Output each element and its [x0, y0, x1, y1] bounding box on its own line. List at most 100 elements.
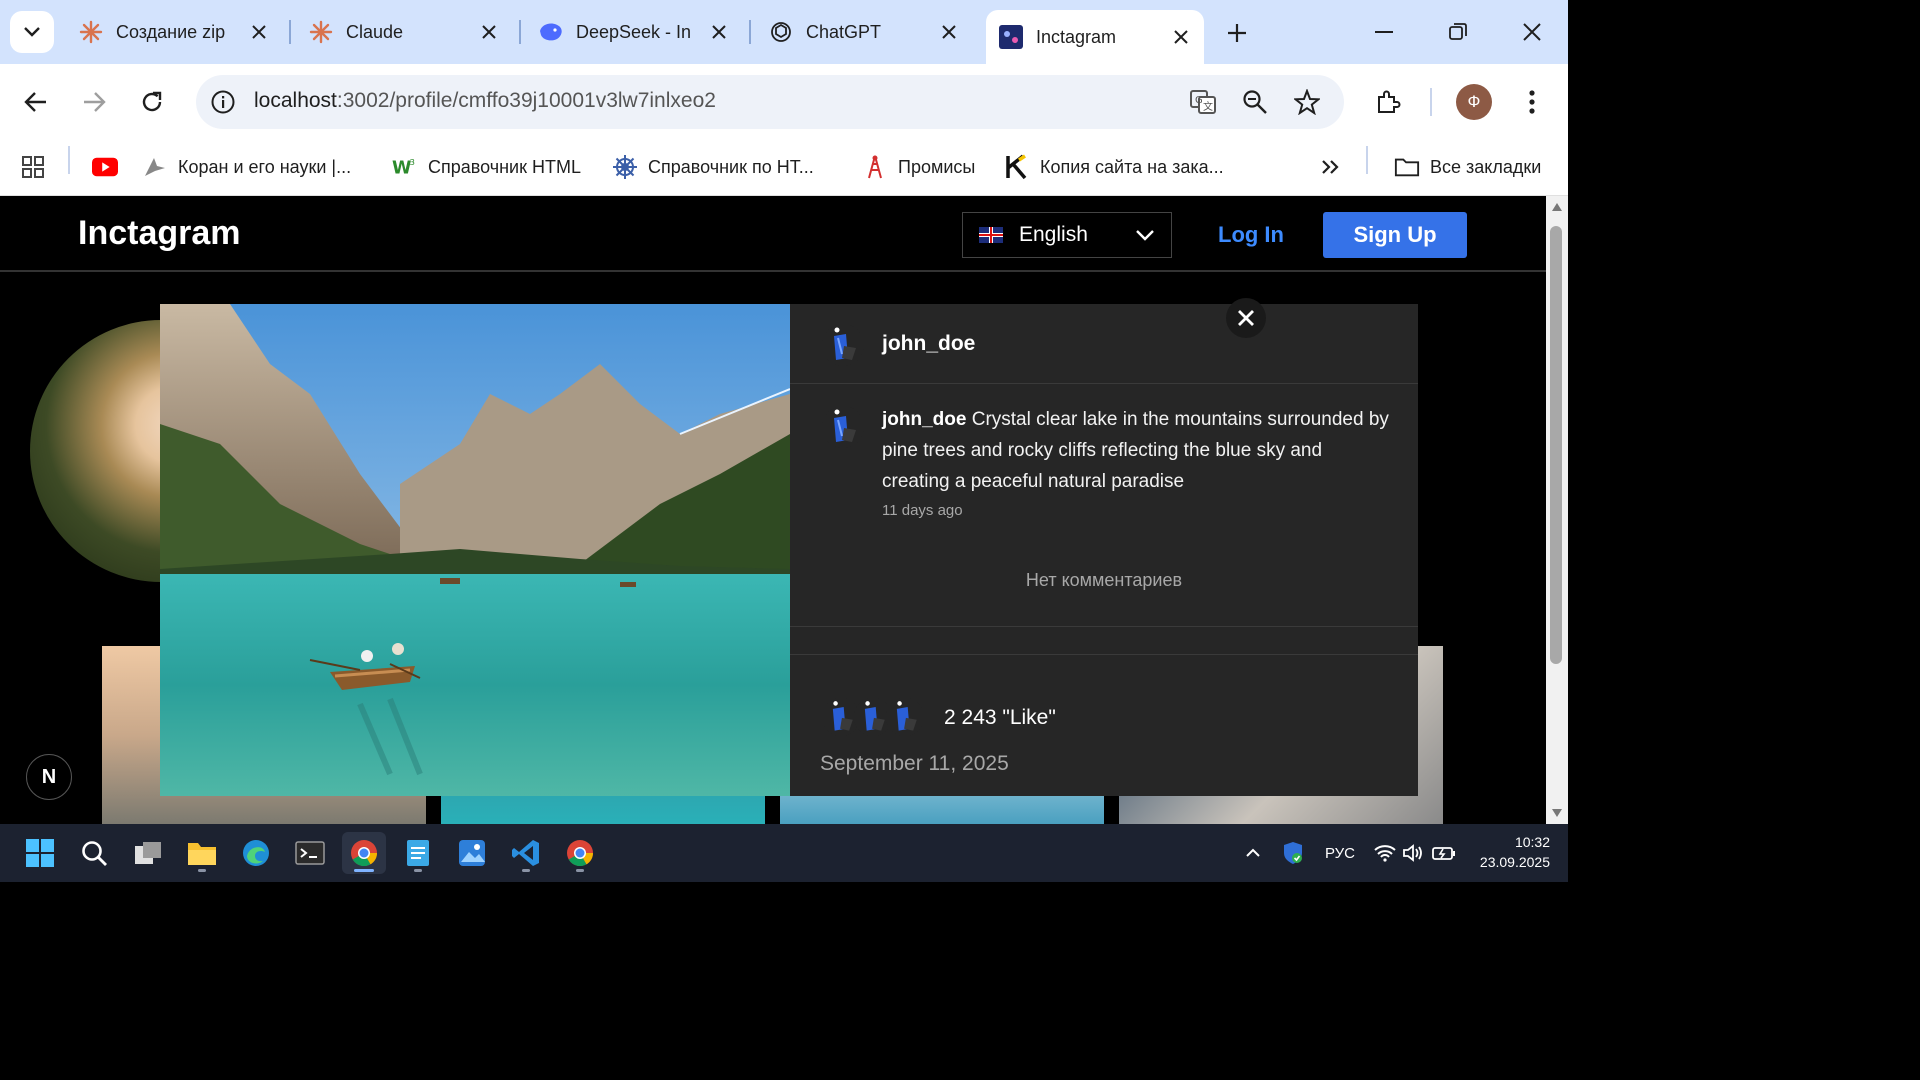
browser-menu-button[interactable] — [1514, 84, 1550, 120]
task-view-button[interactable] — [126, 832, 170, 874]
tab-divider — [289, 20, 291, 44]
page-scrollbar[interactable] — [1546, 196, 1568, 824]
bookmark-html-reference[interactable]: W3 Справочник HTML — [392, 150, 581, 184]
forward-button[interactable] — [76, 84, 112, 120]
close-tab-icon[interactable] — [248, 21, 270, 43]
bookmark-label: Копия сайта на зака... — [1040, 156, 1224, 177]
zoom-icon[interactable] — [1240, 87, 1270, 117]
running-indicator — [414, 869, 422, 872]
start-button[interactable] — [18, 832, 62, 874]
security-tray-icon[interactable] — [1280, 838, 1306, 868]
wifi-icon[interactable] — [1372, 838, 1398, 868]
tab-deepseek[interactable]: DeepSeek - In — [526, 8, 742, 56]
tab-title: Claude — [346, 21, 404, 42]
bookmark-star-icon[interactable] — [1292, 87, 1322, 117]
login-link[interactable]: Log In — [1218, 222, 1284, 248]
svg-text:W: W — [392, 159, 411, 179]
back-button[interactable] — [18, 84, 54, 120]
close-tab-icon[interactable] — [478, 21, 500, 43]
close-modal-button[interactable] — [1226, 298, 1266, 338]
profile-avatar[interactable]: Ф — [1456, 84, 1492, 120]
close-icon — [1523, 23, 1541, 41]
chevron-up-icon — [1246, 848, 1260, 857]
arrow-right-icon — [84, 92, 106, 112]
author-username[interactable]: john_doe — [882, 332, 975, 356]
scrollbar-thumb[interactable] — [1550, 226, 1562, 664]
post-time-ago: 11 days ago — [882, 502, 963, 519]
wheel-icon — [612, 154, 638, 180]
search-button[interactable] — [72, 832, 116, 874]
tab-claude[interactable]: Claude — [296, 8, 512, 56]
apps-button[interactable] — [20, 150, 56, 184]
close-tab-icon[interactable] — [1170, 26, 1192, 48]
bookmark-promises[interactable]: Промисы — [862, 150, 975, 184]
plus-icon — [1228, 24, 1246, 42]
running-indicator — [198, 869, 206, 872]
file-explorer-app[interactable] — [180, 832, 224, 874]
bookmark-label: Промисы — [898, 156, 976, 177]
tray-overflow-button[interactable] — [1240, 838, 1266, 868]
url-text[interactable]: localhost:3002/profile/cmffo39j10001v3lw… — [254, 89, 716, 113]
keyboard-language[interactable]: РУС — [1320, 838, 1360, 868]
close-tab-icon[interactable] — [938, 21, 960, 43]
notepad-app[interactable] — [396, 832, 440, 874]
likes-count[interactable]: 2 243 "Like" — [944, 706, 1056, 730]
tab-inctagram[interactable]: Inctagram — [986, 10, 1204, 64]
close-tab-icon[interactable] — [708, 21, 730, 43]
quran-site-icon — [142, 154, 168, 180]
chrome-app[interactable] — [342, 832, 386, 874]
tab-divider — [749, 20, 751, 44]
site-logo[interactable]: Inctagram — [78, 214, 241, 253]
new-tab-button[interactable] — [1222, 18, 1252, 48]
reload-button[interactable] — [134, 84, 170, 120]
restore-button[interactable] — [1438, 14, 1478, 50]
tab-strip: Создание zip Claude DeepSeek - In ChatGP… — [0, 0, 1568, 64]
caption-username[interactable]: john_doe — [882, 409, 966, 430]
restore-icon — [1449, 23, 1467, 40]
extensions-button[interactable] — [1370, 84, 1406, 120]
tab-title: Создание zip — [116, 21, 226, 42]
close-window-button[interactable] — [1512, 14, 1552, 50]
tab-chatgpt[interactable]: ChatGPT — [756, 8, 972, 56]
tab-search-button[interactable] — [10, 11, 54, 53]
bookmark-site-copy[interactable]: Копия сайта на зака... — [1004, 150, 1224, 184]
terminal-app[interactable] — [288, 832, 332, 874]
svg-text:3: 3 — [410, 157, 415, 167]
vscode-app[interactable] — [504, 832, 548, 874]
all-bookmarks-button[interactable]: Все закладки — [1394, 150, 1541, 184]
author-avatar[interactable] — [822, 324, 864, 366]
photos-icon — [459, 840, 485, 866]
more-bookmarks-button[interactable] — [1318, 150, 1354, 184]
site-info-icon[interactable] — [208, 87, 238, 117]
minimize-button[interactable] — [1364, 14, 1404, 50]
uk-flag-icon — [979, 227, 1003, 243]
battery-icon[interactable] — [1430, 838, 1458, 868]
youtube-icon — [92, 154, 118, 180]
bookmark-youtube[interactable] — [92, 150, 128, 184]
search-icon — [82, 841, 107, 866]
signup-button[interactable]: Sign Up — [1323, 212, 1467, 258]
scroll-up-arrow-icon[interactable] — [1551, 202, 1563, 212]
bookmark-quran[interactable]: Коран и его науки |... — [142, 150, 351, 184]
volume-icon[interactable] — [1400, 838, 1426, 868]
photos-app[interactable] — [450, 832, 494, 874]
apps-grid-icon — [20, 154, 46, 180]
nextjs-dev-badge[interactable]: N — [26, 754, 72, 800]
chrome-logo-icon — [351, 840, 378, 867]
tab-zip[interactable]: Создание zip — [66, 8, 282, 56]
tower-icon — [862, 154, 888, 180]
minimize-icon — [1375, 31, 1393, 33]
caption-author-avatar[interactable] — [822, 406, 864, 448]
system-clock[interactable]: 10:32 23.09.2025 — [1470, 832, 1550, 872]
chrome-app-2[interactable] — [558, 832, 602, 874]
bookmark-ht-reference[interactable]: Справочник по НТ... — [612, 150, 814, 184]
translate-icon[interactable]: G文 — [1188, 87, 1218, 117]
more-vertical-icon — [1529, 90, 1535, 114]
edge-app[interactable] — [234, 832, 278, 874]
address-bar[interactable]: localhost:3002/profile/cmffo39j10001v3lw… — [196, 75, 1344, 129]
arrow-left-icon — [24, 92, 46, 112]
language-select[interactable]: English — [962, 212, 1172, 258]
chevron-down-icon — [1135, 223, 1155, 247]
scroll-down-arrow-icon[interactable] — [1551, 808, 1563, 818]
profile-initial: Ф — [1467, 92, 1481, 111]
